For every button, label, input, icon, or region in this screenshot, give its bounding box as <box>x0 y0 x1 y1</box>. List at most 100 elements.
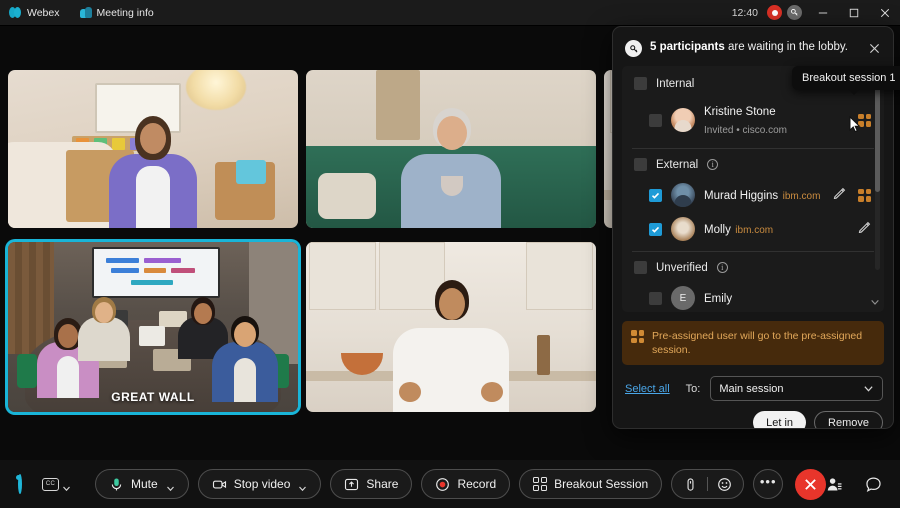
lobby-controls: Select all To: Main session <box>613 365 893 401</box>
participant-detail: ibm.com <box>735 225 773 236</box>
lobby-action-buttons: Let in Remove <box>613 401 893 429</box>
clock: 12:40 <box>732 7 767 19</box>
select-all-link[interactable]: Select all <box>625 383 670 395</box>
lobby-list-scroll-area[interactable]: Internal Kristine Stone Invited • cisco.… <box>622 66 884 312</box>
participant-name: Molly <box>704 224 731 236</box>
let-in-button[interactable]: Let in <box>753 411 806 429</box>
info-icon[interactable]: i <box>707 159 718 170</box>
list-item[interactable]: Kristine Stone Invited • cisco.com <box>622 97 884 143</box>
breakout-session-label: Breakout Session <box>554 477 648 491</box>
record-icon <box>435 477 450 492</box>
stop-video-button[interactable]: Stop video <box>198 469 322 499</box>
close-icon[interactable] <box>865 39 883 57</box>
vertical-scrollbar[interactable] <box>875 74 880 270</box>
group-header-external[interactable]: External i <box>622 151 884 178</box>
webex-logo-icon[interactable] <box>18 474 22 494</box>
avatar <box>671 183 695 207</box>
participant-checkbox[interactable] <box>649 292 662 305</box>
avatar <box>671 217 695 241</box>
list-item[interactable]: Molly ibm.com <box>622 212 884 246</box>
lobby-key-icon <box>625 40 642 57</box>
group-header-unverified[interactable]: Unverified i <box>622 254 884 281</box>
reactions-icon[interactable] <box>717 477 732 492</box>
info-icon[interactable]: i <box>717 262 728 273</box>
mouse-cursor <box>849 116 861 138</box>
breakout-session-icon <box>533 477 547 491</box>
share-button[interactable]: Share <box>330 469 412 499</box>
participant-detail: ibm.com <box>783 191 821 202</box>
webex-logo-icon <box>9 7 22 18</box>
participant-tile-3[interactable]: GREAT WALL <box>8 242 298 412</box>
remove-button[interactable]: Remove <box>814 411 883 429</box>
title-bar: Webex Meeting info 12:40 <box>0 0 900 26</box>
chevron-down-icon[interactable] <box>166 480 175 489</box>
app-identity: Webex <box>0 0 70 26</box>
minimize-button[interactable] <box>807 0 838 26</box>
participant-tile-2[interactable] <box>306 70 596 228</box>
breakout-session-button[interactable]: Breakout Session <box>519 469 662 499</box>
apps-reactions-group[interactable] <box>671 469 744 499</box>
participant-checkbox[interactable] <box>649 223 662 236</box>
session-select[interactable]: Main session <box>710 376 883 401</box>
chevron-down-icon[interactable] <box>868 295 881 308</box>
stop-video-label: Stop video <box>234 477 291 491</box>
tab-meeting-info-label: Meeting info <box>97 7 154 19</box>
edit-icon[interactable] <box>858 220 871 238</box>
breakout-session-icon[interactable] <box>858 189 871 202</box>
closed-captions-control[interactable]: CC <box>42 478 71 491</box>
chevron-down-icon[interactable] <box>62 480 71 489</box>
chat-icon[interactable] <box>865 476 882 493</box>
more-options-button[interactable]: ••• <box>753 469 783 499</box>
app-name: Webex <box>27 7 60 19</box>
end-call-button[interactable] <box>795 469 826 500</box>
chevron-down-icon[interactable] <box>298 480 307 489</box>
lobby-key-icon[interactable] <box>787 5 802 20</box>
mute-button[interactable]: Mute <box>95 469 189 499</box>
apps-icon[interactable] <box>683 477 698 492</box>
participant-name: Murad Higgins <box>704 190 778 202</box>
lobby-participant-list: Internal Kristine Stone Invited • cisco.… <box>622 66 884 312</box>
list-item[interactable]: Murad Higgins ibm.com <box>622 178 884 212</box>
to-label: To: <box>686 383 701 395</box>
participants-icon[interactable] <box>826 476 843 493</box>
participant-checkbox[interactable] <box>649 114 662 127</box>
titlebar-right: 12:40 <box>732 0 900 26</box>
room-label: GREAT WALL <box>8 390 298 404</box>
group-checkbox-internal[interactable] <box>634 77 647 90</box>
camera-icon <box>212 477 227 492</box>
share-label: Share <box>366 477 398 491</box>
participant-detail: Invited • cisco.com <box>704 125 787 136</box>
group-checkbox-external[interactable] <box>634 158 647 171</box>
edit-icon[interactable] <box>833 186 846 204</box>
record-button[interactable]: Record <box>421 469 510 499</box>
participant-checkbox[interactable] <box>649 189 662 202</box>
divider <box>632 148 874 149</box>
participant-name: Emily <box>704 293 732 305</box>
participant-tile-1[interactable] <box>8 70 298 228</box>
close-button[interactable] <box>869 0 900 26</box>
scrollbar-thumb[interactable] <box>875 74 880 192</box>
participant-name: Kristine Stone <box>704 106 776 118</box>
preassigned-warning-banner: Pre-assigned user will go to the pre-ass… <box>622 321 884 365</box>
recording-indicator-icon[interactable] <box>767 5 782 20</box>
group-label-unverified: Unverified <box>656 262 708 274</box>
lobby-count: 5 participants <box>650 41 725 53</box>
list-item[interactable]: E Emily <box>622 281 884 312</box>
mute-label: Mute <box>131 477 158 491</box>
avatar <box>671 108 695 132</box>
avatar: E <box>671 286 695 310</box>
microphone-icon <box>109 477 124 492</box>
maximize-button[interactable] <box>838 0 869 26</box>
warning-text: Pre-assigned user will go to the pre-ass… <box>652 329 874 357</box>
group-label-internal: Internal <box>656 78 694 90</box>
group-label-external: External <box>656 159 698 171</box>
breakout-session-icon <box>631 330 644 343</box>
lobby-title-rest: are waiting in the lobby. <box>725 41 848 53</box>
divider <box>632 251 874 252</box>
closed-captions-icon: CC <box>42 478 59 491</box>
share-screen-icon <box>344 477 359 492</box>
group-checkbox-unverified[interactable] <box>634 261 647 274</box>
tab-meeting-info[interactable]: Meeting info <box>70 0 164 26</box>
meeting-toolbar: CC Mute Stop video Share <box>0 460 900 508</box>
participant-tile-4[interactable] <box>306 242 596 412</box>
